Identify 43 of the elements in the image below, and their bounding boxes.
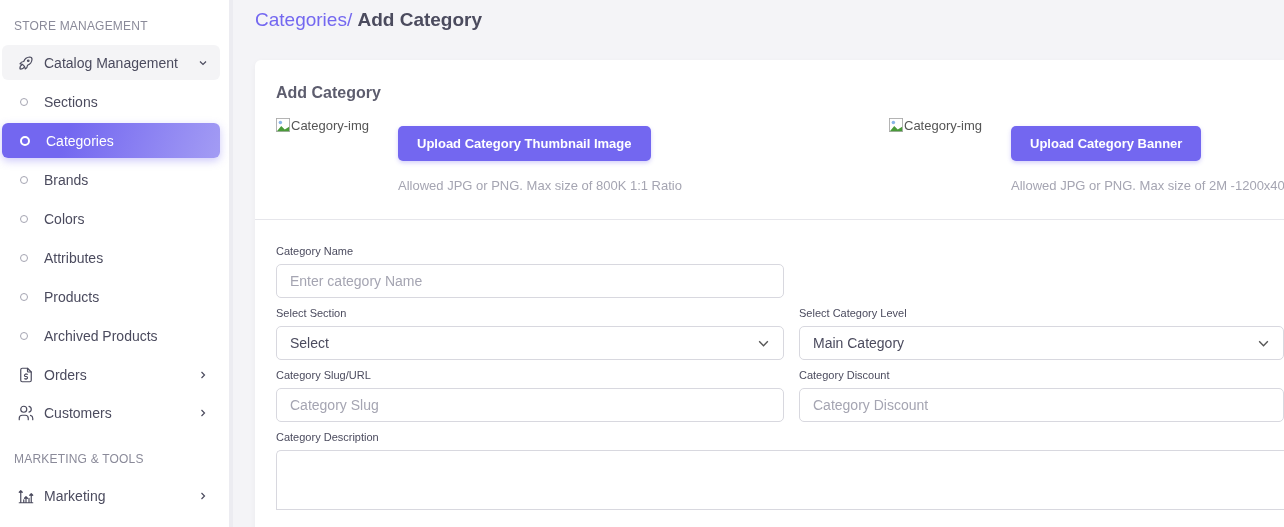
upload-hint: Allowed JPG or PNG. Max size of 800K 1:1 Ratio <box>398 178 682 193</box>
chevron-icon <box>198 369 208 380</box>
users-icon <box>17 403 35 422</box>
textarea-field[interactable] <box>276 450 1284 510</box>
chevron-icon <box>198 407 208 418</box>
select-field[interactable]: Select <box>276 326 784 360</box>
upload-button[interactable]: Upload Category Thumbnail Image <box>398 126 651 161</box>
card-title: Add Category <box>275 83 382 103</box>
section-heading: MARKETING & TOOLS <box>13 451 145 468</box>
image-alt-text: Category-img <box>904 118 983 133</box>
nav-item[interactable]: Orders <box>2 357 220 392</box>
nav-subitem[interactable]: Sections <box>2 84 220 119</box>
upload-button[interactable]: Upload Category Banner <box>1011 126 1202 161</box>
field-label: Category Discount <box>799 369 891 381</box>
image-alt-text: Category-img <box>291 118 370 133</box>
nav-item[interactable]: Catalog Management <box>2 45 220 80</box>
nav-subitem[interactable]: Archived Products <box>2 318 220 353</box>
rocket-icon <box>17 53 35 72</box>
nav-item[interactable]: Marketing <box>2 478 220 513</box>
field-label: Category Description <box>276 431 380 443</box>
field-label: Category Slug/URL <box>276 369 372 381</box>
breadcrumb-link[interactable]: Categories/ <box>255 9 353 30</box>
broken-image-icon <box>276 118 290 132</box>
field-label: Select Category Level <box>799 307 908 319</box>
select-field[interactable]: Main Category <box>799 326 1284 360</box>
page-title: Add Category <box>357 9 483 30</box>
nav-subitem[interactable]: Categories <box>2 123 220 158</box>
input-field[interactable]: Category Slug <box>276 388 784 422</box>
upload-hint: Allowed JPG or PNG. Max size of 2M -1200x40 <box>1011 178 1284 193</box>
broken-image-icon <box>889 118 903 132</box>
nav-subitem[interactable]: Colors <box>2 201 220 236</box>
field-label: Category Name <box>276 245 355 257</box>
input-field[interactable]: Enter category Name <box>276 264 784 298</box>
section-heading: STORE MANAGEMENT <box>13 18 149 35</box>
chevron-icon <box>198 490 208 501</box>
field-label: Select Section <box>276 307 348 319</box>
circle-icon <box>20 135 30 146</box>
nav-subitem[interactable]: Attributes <box>2 240 220 275</box>
invoice-icon <box>17 365 35 384</box>
nav-subitem[interactable]: Brands <box>2 162 220 197</box>
nav-subitem[interactable]: Products <box>2 279 220 314</box>
nav-item[interactable]: Customers <box>2 395 220 430</box>
input-field[interactable]: Category Discount <box>799 388 1284 422</box>
